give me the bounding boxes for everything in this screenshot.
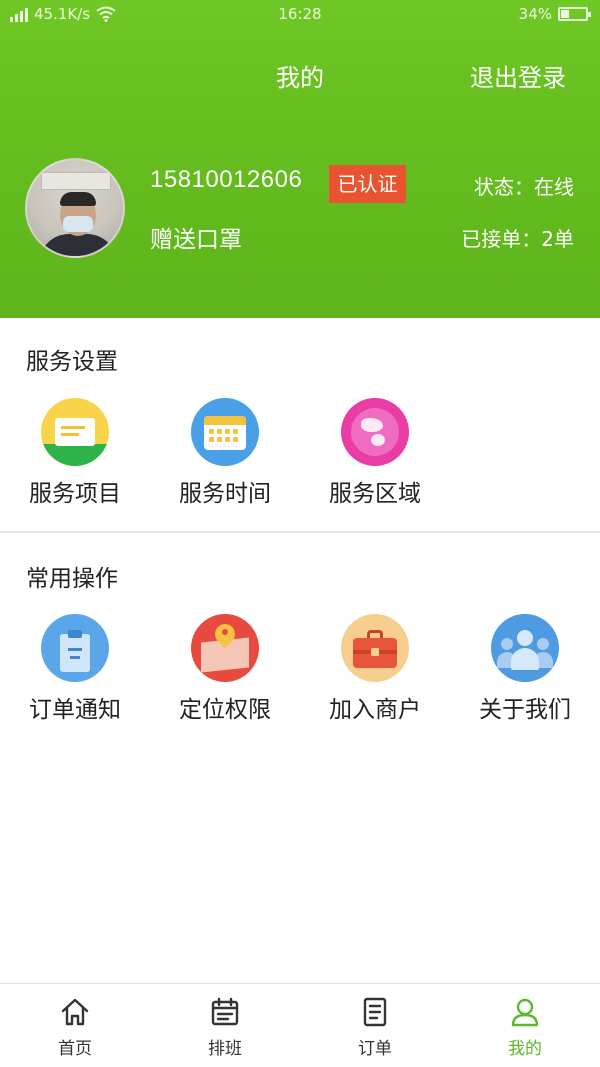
status-right: 34% xyxy=(518,5,591,23)
online-status: 状态：在线 xyxy=(474,175,574,199)
globe-icon xyxy=(341,398,409,466)
order-notify-label: 订单通知 xyxy=(29,697,121,723)
join-merchant-item[interactable]: 加入商户 xyxy=(300,614,450,734)
profile-header: 45.1K/s 16:28 34% 我的 退出登录 15810012606 已认… xyxy=(0,0,600,318)
tab-orders[interactable]: 订单 xyxy=(300,984,450,1067)
service-time-label: 服务时间 xyxy=(179,481,271,507)
clipboard-icon xyxy=(41,614,109,682)
document-icon xyxy=(359,996,391,1028)
logout-button[interactable]: 退出登录 xyxy=(470,58,566,93)
briefcase-icon xyxy=(341,614,409,682)
about-us-label: 关于我们 xyxy=(479,697,571,723)
tab-mine[interactable]: 我的 xyxy=(450,984,600,1067)
tab-schedule[interactable]: 排班 xyxy=(150,984,300,1067)
section-title-service-settings: 服务设置 xyxy=(26,349,118,375)
accepted-orders: 已接单：2单 xyxy=(461,227,574,251)
service-time-item[interactable]: 服务时间 xyxy=(150,398,300,518)
verified-badge: 已认证 xyxy=(329,165,406,203)
section-title-common-actions: 常用操作 xyxy=(26,566,118,592)
battery-percent: 34% xyxy=(518,5,552,23)
tab-orders-label: 订单 xyxy=(358,1039,392,1059)
battery-icon xyxy=(558,7,591,21)
about-us-item[interactable]: 关于我们 xyxy=(450,614,600,734)
user-icon xyxy=(509,996,541,1028)
service-project-item[interactable]: 服务项目 xyxy=(0,398,150,518)
calendar-icon xyxy=(191,398,259,466)
service-project-icon xyxy=(41,398,109,466)
location-permission-label: 定位权限 xyxy=(179,697,271,723)
bottom-tab-bar: 首页 排班 订单 我的 xyxy=(0,983,600,1067)
service-area-label: 服务区域 xyxy=(329,481,421,507)
schedule-icon xyxy=(209,996,241,1028)
status-time: 16:28 xyxy=(278,5,322,23)
home-icon xyxy=(59,996,91,1028)
tab-mine-label: 我的 xyxy=(508,1039,542,1059)
service-project-label: 服务项目 xyxy=(29,481,121,507)
service-area-item[interactable]: 服务区域 xyxy=(300,398,450,518)
tab-schedule-label: 排班 xyxy=(208,1039,242,1059)
tab-home-label: 首页 xyxy=(58,1039,92,1059)
phone-number: 15810012606 xyxy=(150,166,303,193)
tab-home[interactable]: 首页 xyxy=(0,984,150,1067)
location-pin-icon xyxy=(191,614,259,682)
people-icon xyxy=(491,614,559,682)
join-merchant-label: 加入商户 xyxy=(329,697,421,723)
order-notify-item[interactable]: 订单通知 xyxy=(0,614,150,734)
status-bar: 45.1K/s 16:28 34% xyxy=(0,0,600,30)
avatar[interactable] xyxy=(25,158,125,258)
section-divider xyxy=(0,531,600,533)
location-permission-item[interactable]: 定位权限 xyxy=(150,614,300,734)
profile-subtitle: 赠送口罩 xyxy=(150,227,242,253)
